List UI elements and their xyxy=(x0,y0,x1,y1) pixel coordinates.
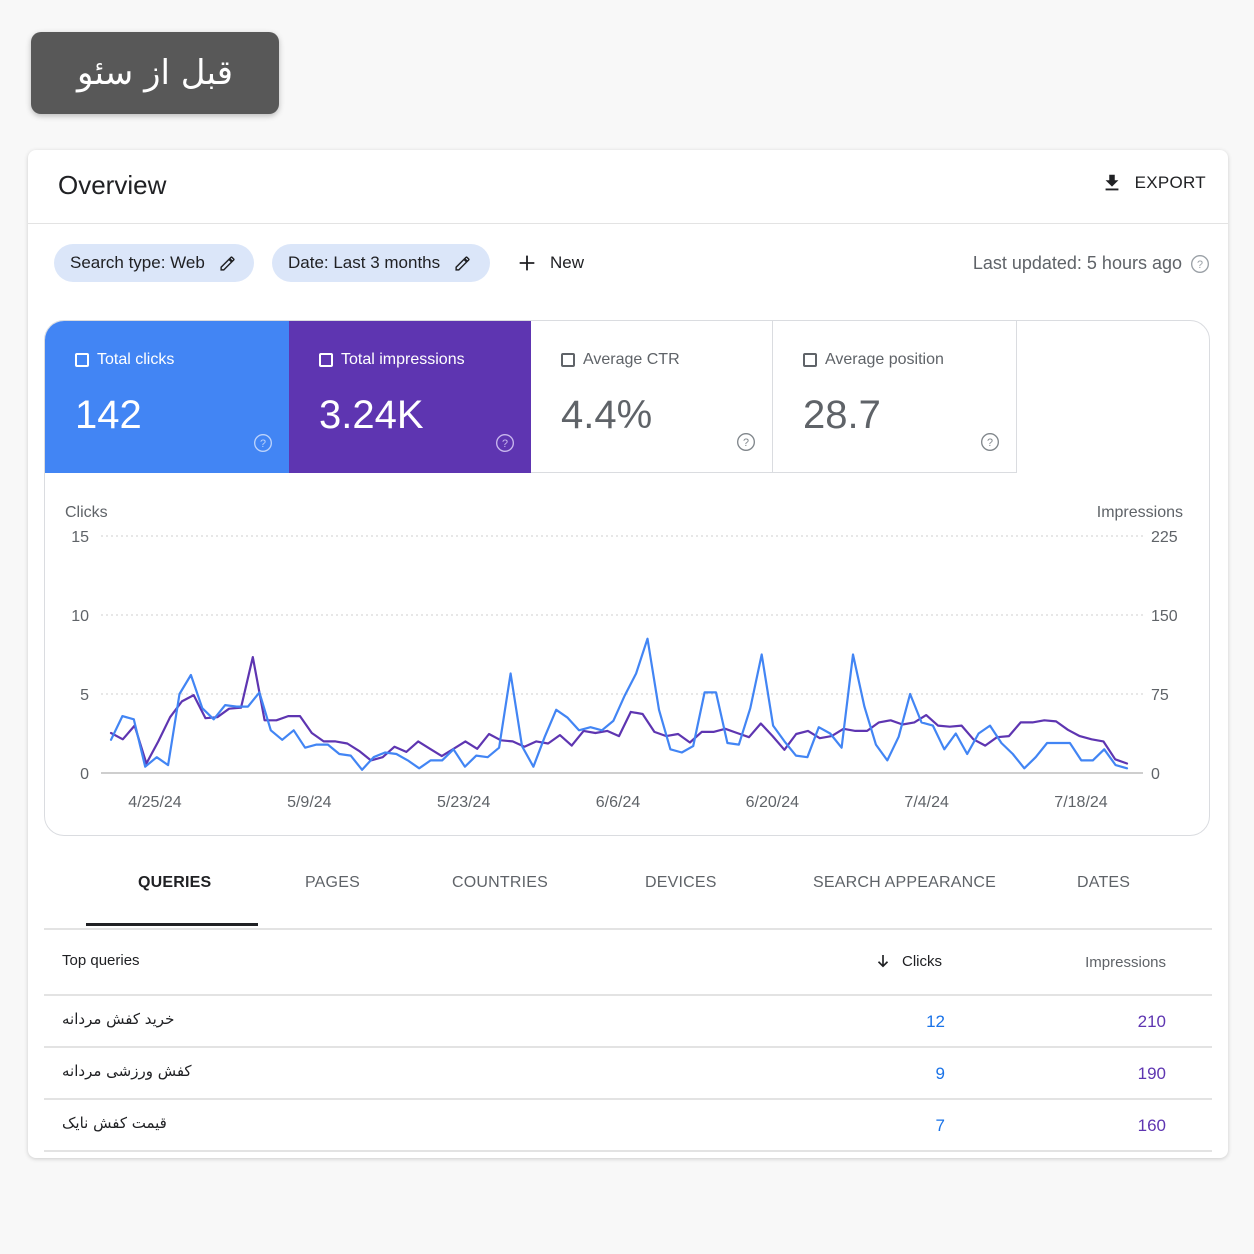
checkbox-icon[interactable] xyxy=(561,353,575,367)
metric-value: 3.24K xyxy=(319,393,424,437)
query-text: خرید کفش مردانه xyxy=(62,1010,175,1028)
active-tab-indicator xyxy=(86,923,258,926)
page-title: Overview xyxy=(58,170,167,200)
performance-chart-panel: Total clicks 142 ? Total impressions 3.2… xyxy=(44,320,1210,836)
table-row[interactable]: خرید کفش مردانه 12 210 xyxy=(44,996,1212,1048)
overview-card: Overview EXPORT Search type: Web Date: L… xyxy=(28,150,1228,1158)
query-text: قیمت کفش نایک xyxy=(62,1114,167,1132)
metric-label: Average position xyxy=(803,351,944,369)
right-tick-label: 225 xyxy=(1151,529,1178,546)
right-tick-label: 150 xyxy=(1151,608,1178,625)
edit-pencil-icon xyxy=(455,255,470,271)
svg-text:?: ? xyxy=(743,437,749,449)
clicks-impressions-line-chart: Clicks Impressions 15 225 10 150 5 75 0 0 4/25/24 5… xyxy=(65,504,1183,811)
metric-average-position[interactable]: Average position 28.7 ? xyxy=(773,321,1017,473)
table-row[interactable]: کفش ورزشی مردانه 9 190 xyxy=(44,1048,1212,1100)
date-filter-chip[interactable]: Date: Last 3 months xyxy=(272,244,490,282)
download-icon xyxy=(1105,174,1119,191)
column-header-clicks[interactable]: Clicks xyxy=(874,952,942,970)
date-filter-label: Date: Last 3 months xyxy=(288,253,441,272)
x-tick-label: 5/9/24 xyxy=(287,794,332,811)
search-type-filter-chip[interactable]: Search type: Web xyxy=(54,244,254,282)
help-icon[interactable]: ? xyxy=(253,433,273,453)
help-icon[interactable]: ? xyxy=(495,433,515,453)
new-filter-button[interactable]: New xyxy=(516,252,584,274)
metric-label-text: Average position xyxy=(825,351,944,368)
metric-average-ctr[interactable]: Average CTR 4.4% ? xyxy=(531,321,773,473)
tab-devices[interactable]: DEVICES xyxy=(645,874,717,892)
left-tick-label: 0 xyxy=(80,766,89,783)
svg-text:?: ? xyxy=(987,437,993,449)
queries-table: Top queries Clicks Impressions خرید کفش … xyxy=(44,930,1212,1152)
last-updated-text: Last updated: 5 hours ago xyxy=(972,253,1182,273)
x-tick-label: 6/6/24 xyxy=(596,794,641,811)
metric-total-clicks[interactable]: Total clicks 142 ? xyxy=(45,321,289,473)
svg-text:?: ? xyxy=(502,438,508,450)
column-header-impressions[interactable]: Impressions xyxy=(1085,954,1166,971)
x-tick-label: 4/25/24 xyxy=(128,794,181,811)
left-axis-title: Clicks xyxy=(65,504,108,521)
tab-countries[interactable]: COUNTRIES xyxy=(452,874,548,892)
clicks-series-line xyxy=(109,637,1129,771)
metric-value: 28.7 xyxy=(803,393,881,437)
query-text: کفش ورزشی مردانه xyxy=(62,1062,192,1080)
table-header: Top queries Clicks Impressions xyxy=(44,930,1212,996)
checkbox-icon[interactable] xyxy=(319,353,333,367)
query-clicks: 9 xyxy=(935,1064,945,1083)
left-tick-label: 10 xyxy=(71,608,89,625)
column-header-clicks-label: Clicks xyxy=(902,952,942,970)
svg-text:?: ? xyxy=(1197,258,1203,270)
export-button[interactable]: EXPORT xyxy=(1101,172,1206,194)
tab-dates[interactable]: DATES xyxy=(1077,874,1130,892)
query-impressions: 190 xyxy=(1137,1064,1166,1083)
help-icon[interactable]: ? xyxy=(980,432,1000,452)
metric-label: Total clicks xyxy=(75,351,174,369)
dimension-tabs: QUERIES PAGES COUNTRIES DEVICES SEARCH A… xyxy=(44,848,1212,930)
tab-pages[interactable]: PAGES xyxy=(305,874,360,892)
metric-label-text: Total clicks xyxy=(97,351,175,368)
card-header: Overview EXPORT xyxy=(28,150,1228,224)
x-tick-label: 6/20/24 xyxy=(746,794,799,811)
query-impressions: 160 xyxy=(1137,1116,1166,1135)
query-impressions: 210 xyxy=(1137,1012,1166,1031)
column-header-top-queries: Top queries xyxy=(62,952,140,969)
checkbox-icon[interactable] xyxy=(75,353,89,367)
right-tick-label: 75 xyxy=(1151,687,1169,704)
export-label: EXPORT xyxy=(1134,173,1206,192)
sort-down-arrow-icon xyxy=(877,955,889,968)
x-tick-label: 7/4/24 xyxy=(904,794,949,811)
help-icon[interactable]: ? xyxy=(736,432,756,452)
query-clicks: 7 xyxy=(935,1116,945,1135)
metric-label-text: Average CTR xyxy=(583,351,680,368)
before-seo-badge: قبل از سئو xyxy=(31,32,279,114)
left-tick-label: 5 xyxy=(80,687,89,704)
last-updated-info: Last updated: 5 hours ago ? xyxy=(973,253,1210,274)
metric-total-impressions[interactable]: Total impressions 3.24K ? xyxy=(289,321,531,473)
search-type-label: Search type: Web xyxy=(70,253,205,272)
help-icon[interactable]: ? xyxy=(1190,254,1210,274)
right-axis-title: Impressions xyxy=(1097,504,1183,521)
edit-pencil-icon xyxy=(220,255,235,271)
left-tick-label: 15 xyxy=(71,529,89,546)
x-tick-label: 5/23/24 xyxy=(437,794,490,811)
metric-value: 4.4% xyxy=(561,393,653,437)
query-clicks: 12 xyxy=(926,1012,945,1031)
metric-label: Average CTR xyxy=(561,351,680,369)
tab-queries[interactable]: QUERIES xyxy=(138,874,211,892)
metric-label-text: Total impressions xyxy=(341,351,465,368)
table-row[interactable]: قیمت کفش نایک 7 160 xyxy=(44,1100,1212,1152)
tab-search-appearance[interactable]: SEARCH APPEARANCE xyxy=(813,874,996,892)
new-filter-label: New xyxy=(550,253,585,272)
x-tick-label: 7/18/24 xyxy=(1054,794,1107,811)
metric-value: 142 xyxy=(75,393,142,437)
checkbox-icon[interactable] xyxy=(803,353,817,367)
svg-text:?: ? xyxy=(260,438,266,450)
metric-label: Total impressions xyxy=(319,351,465,369)
plus-icon xyxy=(519,255,535,271)
right-tick-label: 0 xyxy=(1151,766,1160,783)
